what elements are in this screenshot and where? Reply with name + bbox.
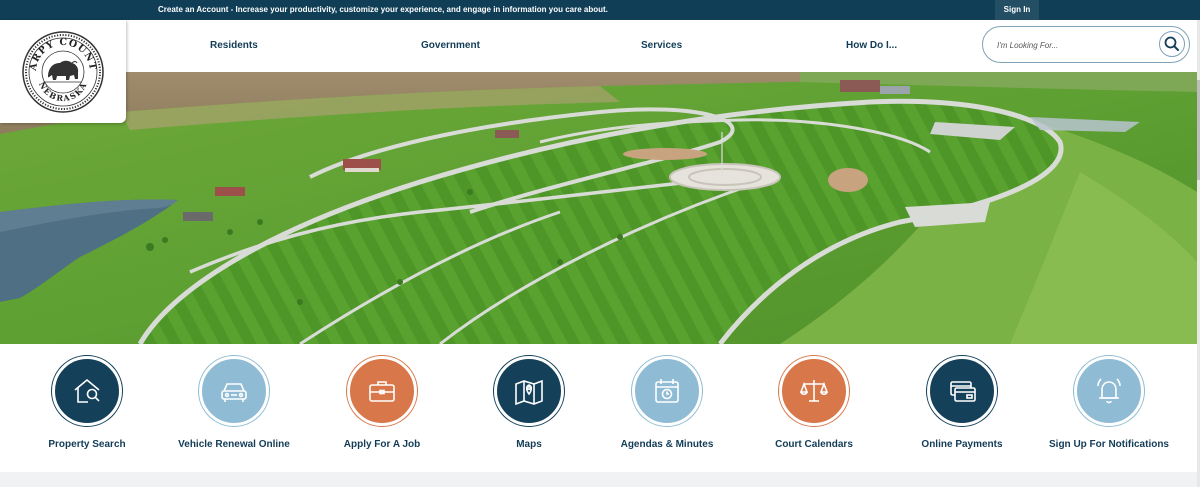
county-logo[interactable]: SARPY COUNTY NEBRASKA (0, 12, 126, 123)
nav-item-services[interactable]: Services (641, 40, 682, 51)
scales-icon (779, 356, 849, 426)
main-navigation: Residents Government Services How Do I..… (0, 20, 1197, 72)
quick-link-label: Maps (516, 439, 542, 450)
hero-image (0, 72, 1197, 344)
quick-links-bar: Property Search Vehicle Renewal Online A… (0, 344, 1197, 472)
calendar-icon (632, 356, 702, 426)
nav-item-residents[interactable]: Residents (210, 40, 258, 51)
nav-item-how-do-i[interactable]: How Do I... (846, 40, 897, 51)
quick-link-property-search[interactable]: Property Search (17, 356, 157, 450)
quick-link-agendas-minutes[interactable]: Agendas & Minutes (597, 356, 737, 450)
county-seal-icon: SARPY COUNTY NEBRASKA (0, 12, 104, 113)
search-button[interactable] (1159, 31, 1185, 57)
quick-link-vehicle-renewal[interactable]: Vehicle Renewal Online (164, 356, 304, 450)
top-announcement-bar: Create an Account - Increase your produc… (0, 0, 1200, 20)
house-search-icon (52, 356, 122, 426)
map-pin-icon (494, 356, 564, 426)
page-background (0, 472, 1197, 487)
bell-icon (1074, 356, 1144, 426)
nav-item-government[interactable]: Government (421, 40, 480, 51)
quick-link-label: Apply For A Job (343, 439, 421, 450)
quick-link-apply-for-job[interactable]: Apply For A Job (312, 356, 452, 450)
quick-link-notifications[interactable]: Sign Up For Notifications (1039, 356, 1179, 450)
briefcase-icon (347, 356, 417, 426)
quick-link-label: Sign Up For Notifications (1049, 439, 1169, 450)
site-search (982, 26, 1190, 63)
quick-link-online-payments[interactable]: Online Payments (892, 356, 1032, 450)
sign-in-button[interactable]: Sign In (995, 0, 1039, 20)
credit-card-icon (927, 356, 997, 426)
create-account-message[interactable]: Create an Account - Increase your produc… (158, 5, 608, 14)
car-icon (199, 356, 269, 426)
quick-link-label: Agendas & Minutes (620, 439, 714, 450)
search-icon (1164, 36, 1179, 51)
quick-link-court-calendars[interactable]: Court Calendars (744, 356, 884, 450)
search-input[interactable] (997, 37, 1147, 53)
quick-link-label: Online Payments (921, 439, 1003, 450)
quick-link-label: Court Calendars (775, 439, 853, 450)
quick-link-label: Property Search (48, 439, 126, 450)
quick-link-label: Vehicle Renewal Online (178, 439, 290, 450)
quick-link-maps[interactable]: Maps (459, 356, 599, 450)
